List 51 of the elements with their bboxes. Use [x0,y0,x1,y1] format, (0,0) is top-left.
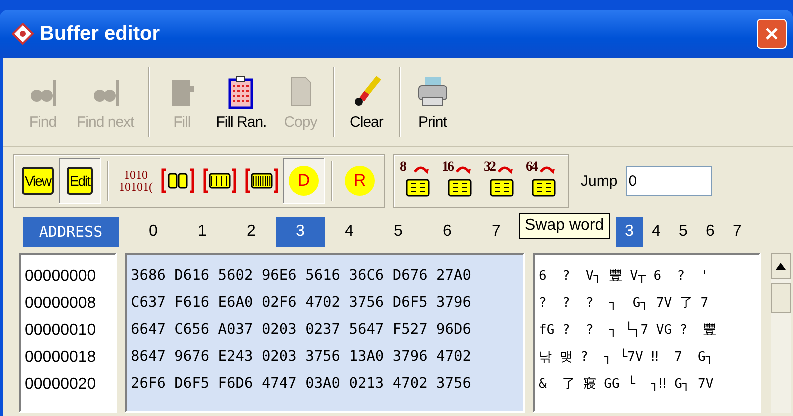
swap-button[interactable]: 8 [397,158,439,204]
scrollbar[interactable] [771,253,791,413]
close-button[interactable] [757,19,787,49]
scroll-thumb[interactable] [771,283,791,313]
address-cell-text: 00000000 [25,267,98,287]
jump-label: Jump [581,172,618,190]
jump-field[interactable]: 0 [626,166,712,196]
bracket-icon [161,168,195,194]
tooltip: Swap word [519,213,610,239]
swap-button[interactable]: 32 [481,158,523,204]
column-header[interactable]: 0 [129,217,178,247]
hex-line: 3686 D616 5602 96E6 5616 36C6 D676 27A0 [131,267,472,286]
address-cell-text: 00000020 [25,375,98,395]
decimal-button[interactable]: D [283,158,325,204]
text-line: & 了 寢 GG └ ┐‼ G┐ 7V [539,374,715,394]
column-header[interactable]: 6 [423,217,472,247]
close-icon [765,27,779,41]
scroll-up-button[interactable] [771,253,791,279]
toolbar-button[interactable]: Print [408,74,457,130]
column-header[interactable]: 7 [724,217,751,247]
mode-button[interactable]: Edit [59,158,101,204]
hex-line: C637 F616 E6A0 02F6 4702 3756 D6F5 3796 [131,294,472,313]
column-header[interactable]: 3 [616,217,643,247]
column-header[interactable]: 2 [227,217,276,247]
column-header[interactable]: 7 [472,217,521,247]
address-cell-text: 00000010 [25,321,98,341]
up-arrow-icon [776,262,786,270]
text-line: fG ? ? ┐ └┐7 VG ? 豐 [539,320,718,340]
column-header[interactable]: 5 [670,217,697,247]
toolbar-button[interactable]: Clear [342,74,391,130]
column-header[interactable]: 5 [374,217,423,247]
bracket-icon [245,168,279,194]
hex-line: 26F6 D6F5 F6D6 4747 03A0 0213 4702 3756 [131,375,472,394]
address-header: ADDRESS [23,217,119,247]
hex-line: 6647 C656 A037 0203 0237 5647 F527 96D6 [131,321,472,340]
swap-button[interactable]: 16 [439,158,481,204]
column-header[interactable]: 6 [697,217,724,247]
bracket-icon [203,168,237,194]
column-header[interactable]: 1 [178,217,227,247]
column-header[interactable]: 4 [325,217,374,247]
toolbar-button[interactable]: Fill Ran. [210,74,273,130]
swap-button[interactable]: 64 [523,158,565,204]
column-header[interactable]: 4 [643,217,670,247]
hex-line: 8647 9676 E243 0203 3756 13A0 3796 4702 [131,348,472,367]
address-cell-text: 00000018 [25,348,98,368]
text-line: ? ? ? ┐ G┐ 7V 了 7 [539,295,710,313]
text-line: 낚 맺 ? ┐ └7V ‼ 7 G┐ [539,348,715,367]
text-line: 6 ? V┐ 豐 V┬ 6 ? ' [539,268,710,286]
address-cell-text: 00000008 [25,294,98,314]
column-header[interactable]: 3 [276,217,325,247]
window-title: Buffer editor [40,22,161,46]
